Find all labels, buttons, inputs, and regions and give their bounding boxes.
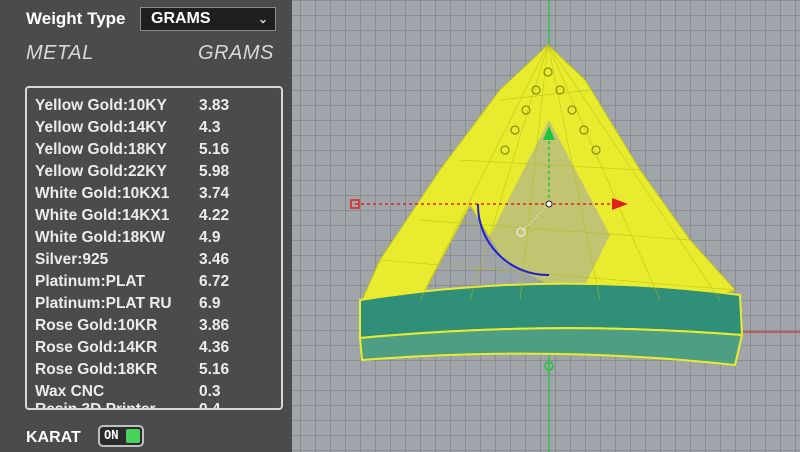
metal-name: Rose Gold:18KR [35,361,158,378]
metal-grams: 4.36 [199,339,230,356]
metal-name: Platinum:PLAT [35,273,145,290]
metal-name: Yellow Gold:18KY [35,141,167,158]
metal-name: Yellow Gold:10KY [35,97,167,114]
metal-name: Silver:925 [35,251,109,268]
metal-grams: 4.9 [199,229,221,246]
gizmo-center-icon[interactable] [545,200,553,208]
metal-name: Yellow Gold:22KY [35,163,167,180]
karat-toggle-text: ON [104,428,119,442]
weight-type-select[interactable]: GRAMS ⌄ [140,7,276,31]
metal-name: White Gold:14KX1 [35,207,170,224]
metal-weight-list[interactable]: Yellow Gold:10KY 3.83 Yellow Gold:14KY 4.3… [25,86,283,410]
metal-grams: 3.46 [199,251,230,268]
metal-grams: 3.83 [199,97,230,114]
chevron-down-icon: ⌄ [257,12,268,26]
metal-grams: 4.22 [199,207,230,224]
metal-grams: 5.16 [199,141,230,158]
karat-toggle[interactable]: ON [98,425,144,447]
metal-name: White Gold:10KX1 [35,185,170,202]
metal-name: Rose Gold:10KR [35,317,158,334]
metal-grams: 0.4 [199,401,221,410]
metal-grams: 3.74 [199,185,230,202]
metal-name: Wax CNC [35,383,105,400]
metal-grams: 0.3 [199,383,221,400]
metal-name: Platinum:PLAT RU [35,295,172,312]
metal-grams: 6.9 [199,295,221,312]
metal-name: Yellow Gold:14KY [35,119,167,136]
metal-name: Rose Gold:14KR [35,339,158,356]
metal-grams: 4.3 [199,119,221,136]
karat-label: KARAT [26,429,81,446]
metal-grams: 3.86 [199,317,230,334]
metal-grams: 6.72 [199,273,230,290]
column-header-grams: GRAMS [198,42,274,64]
weight-type-label: Weight Type [26,9,126,28]
metal-name: Resin 3D Printer [35,401,156,410]
metal-weight-panel: Weight Type GRAMS ⌄ METAL GRAMS Yellow G… [0,0,292,452]
toggle-knob-icon [126,429,140,443]
metal-grams: 5.98 [199,163,230,180]
metal-name: White Gold:18KW [35,229,166,246]
column-header-metal: METAL [26,42,94,64]
metal-grams: 5.16 [199,361,230,378]
weight-type-value: GRAMS [151,10,211,27]
